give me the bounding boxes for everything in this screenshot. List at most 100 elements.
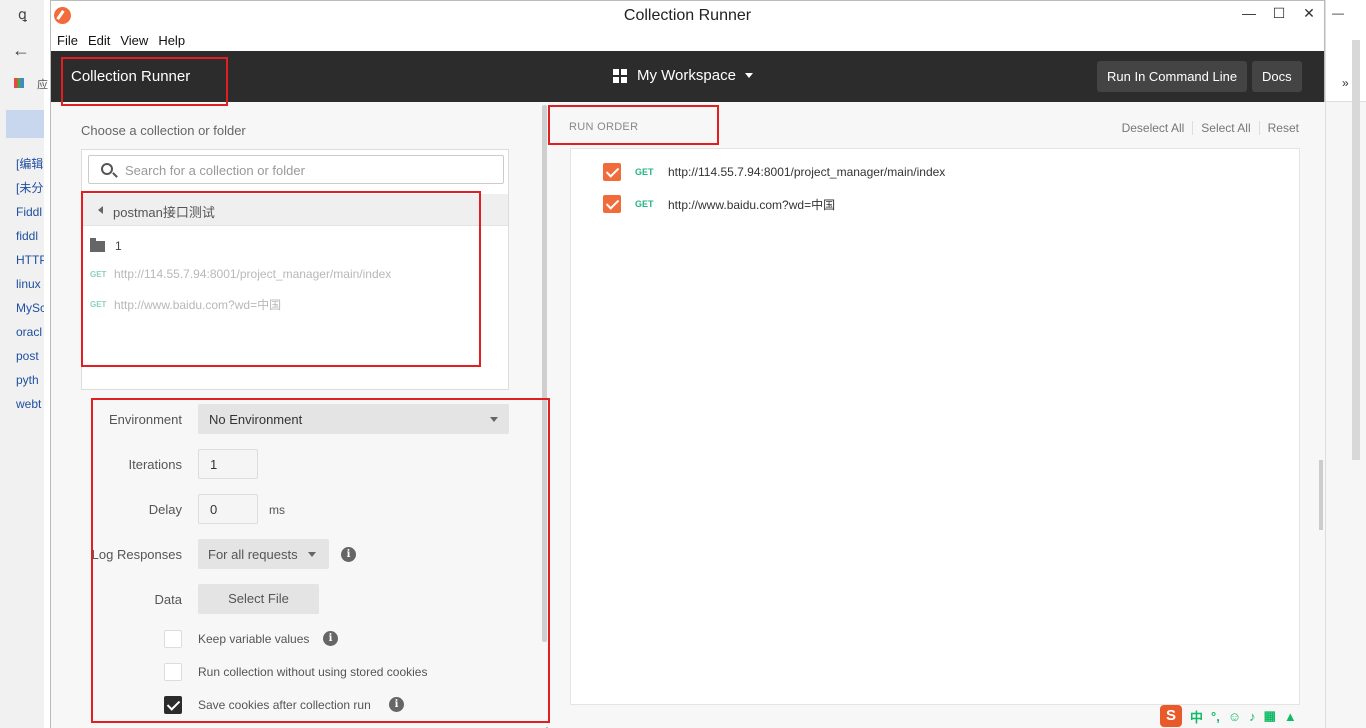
browser-link[interactable]: webt	[16, 396, 44, 420]
caret-down-icon	[308, 552, 316, 557]
collection-name: postman接口测试	[113, 205, 215, 220]
browser-scrollbar[interactable]	[1352, 40, 1360, 460]
left-pane: Choose a collection or folder postman接口测…	[51, 102, 546, 728]
search-input[interactable]	[125, 161, 495, 179]
browser-link[interactable]: pyth	[16, 372, 44, 396]
reset-link[interactable]: Reset	[1258, 121, 1299, 135]
ime-punctuation-icon[interactable]: °,	[1211, 709, 1220, 724]
choose-collection-label: Choose a collection or folder	[81, 123, 246, 138]
browser-link[interactable]: HTTP	[16, 252, 44, 276]
minimize-button[interactable]: —	[1234, 1, 1264, 31]
log-responses-label: Log Responses	[91, 547, 182, 562]
request-method: GET	[90, 299, 107, 309]
workspace-name: My Workspace	[637, 67, 736, 84]
ime-emoji-icon[interactable]: ☺	[1228, 709, 1241, 724]
menu-view[interactable]: View	[120, 31, 148, 51]
info-icon[interactable]: i	[323, 631, 338, 646]
request-method: GET	[635, 167, 654, 177]
menu-file[interactable]: File	[57, 31, 78, 51]
browser-link[interactable]: post	[16, 348, 44, 372]
browser-link[interactable]: oracl	[16, 324, 44, 348]
chevron-double-right-icon[interactable]: »	[1342, 76, 1349, 90]
left-pane-scrollbar[interactable]	[542, 105, 547, 642]
run-order-checkbox[interactable]	[603, 163, 621, 181]
deselect-all-link[interactable]: Deselect All	[1122, 121, 1185, 135]
request-url: http://www.baidu.com?wd=中国	[114, 297, 282, 312]
collection-search[interactable]	[88, 155, 504, 184]
ime-skin-icon[interactable]: ▲	[1284, 709, 1297, 724]
browser-link[interactable]: [编辑	[16, 156, 44, 180]
browser-link[interactable]: linux	[16, 276, 44, 300]
select-all-link[interactable]: Select All	[1192, 121, 1251, 135]
close-button[interactable]: ✕	[1294, 1, 1324, 31]
docs-button[interactable]: Docs	[1252, 61, 1302, 92]
apps-label: 应	[37, 79, 48, 91]
iterations-input[interactable]: 1	[198, 449, 258, 479]
save-cookies-checkbox[interactable]	[164, 696, 182, 714]
delay-unit: ms	[269, 503, 285, 517]
run-order-label: RUN ORDER	[569, 121, 639, 133]
request-item[interactable]: GET http://www.baidu.com?wd=中国	[90, 295, 281, 313]
folder-item[interactable]: 1	[90, 236, 122, 256]
environment-label: Environment	[109, 412, 182, 427]
environment-select[interactable]: No Environment	[198, 404, 509, 434]
select-file-button[interactable]: Select File	[198, 584, 319, 614]
run-order-list: GET http://114.55.7.94:8001/project_mana…	[570, 148, 1300, 705]
save-cookies-label: Save cookies after collection run	[198, 698, 371, 712]
back-caret-icon[interactable]	[98, 206, 103, 214]
collection-header[interactable]: postman接口测试	[82, 194, 508, 226]
request-item[interactable]: GET http://114.55.7.94:8001/project_mana…	[90, 265, 391, 283]
back-arrow-icon[interactable]: ←	[12, 40, 30, 61]
sogou-logo-icon[interactable]: S	[1160, 705, 1182, 727]
info-icon[interactable]: i	[389, 697, 404, 712]
background-browser-left: ꝗ ← 应 [编辑 [未分 Fiddl fiddl HTTP linux MyS…	[0, 0, 48, 728]
browser-link[interactable]: MySc	[16, 300, 44, 324]
data-label: Data	[154, 592, 182, 607]
caret-down-icon	[744, 73, 753, 78]
workspace-grid-icon	[613, 68, 627, 83]
log-responses-select[interactable]: For all requests	[198, 539, 329, 569]
run-order-item[interactable]: GET http://www.baidu.com?wd=中国	[603, 194, 835, 214]
ime-mode[interactable]: 中	[1190, 707, 1203, 726]
delay-input[interactable]: 0	[198, 494, 258, 524]
run-order-item[interactable]: GET http://114.55.7.94:8001/project_mana…	[603, 162, 945, 182]
request-method: GET	[90, 269, 107, 279]
menu-bar: File Edit View Help	[51, 31, 1324, 51]
right-pane: RUN ORDER Deselect All Select All Reset …	[548, 102, 1325, 728]
background-browser-right: — »	[1325, 0, 1366, 728]
maximize-button[interactable]: ☐	[1264, 1, 1294, 31]
request-method: GET	[635, 199, 654, 209]
browser-link-list: [编辑 [未分 Fiddl fiddl HTTP linux MySc orac…	[16, 156, 44, 420]
browser-logo-icon: ꝗ	[18, 6, 27, 22]
right-pane-scrollbar[interactable]	[1319, 460, 1323, 530]
environment-value: No Environment	[209, 412, 303, 427]
search-icon	[101, 163, 113, 175]
ime-voice-icon[interactable]: ♪	[1249, 709, 1256, 724]
run-order-checkbox[interactable]	[603, 195, 621, 213]
menu-help[interactable]: Help	[158, 31, 185, 51]
menu-edit[interactable]: Edit	[88, 31, 110, 51]
request-url: http://www.baidu.com?wd=中国	[668, 197, 836, 212]
workspace-switcher[interactable]: My Workspace	[613, 67, 753, 84]
request-url: http://114.55.7.94:8001/project_manager/…	[668, 165, 946, 179]
run-in-command-line-button[interactable]: Run In Command Line	[1097, 61, 1248, 92]
browser-link[interactable]: fiddl	[16, 228, 44, 252]
no-stored-cookies-checkbox[interactable]	[164, 663, 182, 681]
run-order-actions: Deselect All Select All Reset	[1122, 121, 1299, 135]
window-controls: — ☐ ✕	[1234, 1, 1324, 31]
highlight-bar	[6, 110, 44, 138]
collection-runner-window: Collection Runner — ☐ ✕ File Edit View H…	[50, 0, 1325, 728]
request-url: http://114.55.7.94:8001/project_manager/…	[114, 267, 392, 281]
ime-keyboard-icon[interactable]: ▦	[1264, 708, 1276, 724]
apps-icon[interactable]	[14, 78, 24, 88]
keep-variable-values-checkbox[interactable]	[164, 630, 182, 648]
delay-label: Delay	[148, 502, 182, 517]
info-icon[interactable]: i	[341, 547, 356, 562]
collection-browser: postman接口测试 1 GET http://114.55.7.94:800…	[81, 149, 509, 390]
iterations-label: Iterations	[128, 457, 182, 472]
browser-link[interactable]: Fiddl	[16, 204, 44, 228]
app-header: Collection Runner My Workspace Run In Co…	[51, 51, 1324, 102]
browser-link[interactable]: [未分	[16, 180, 44, 204]
window-minimize-icon[interactable]: —	[1332, 6, 1344, 20]
folder-name: 1	[115, 239, 122, 253]
